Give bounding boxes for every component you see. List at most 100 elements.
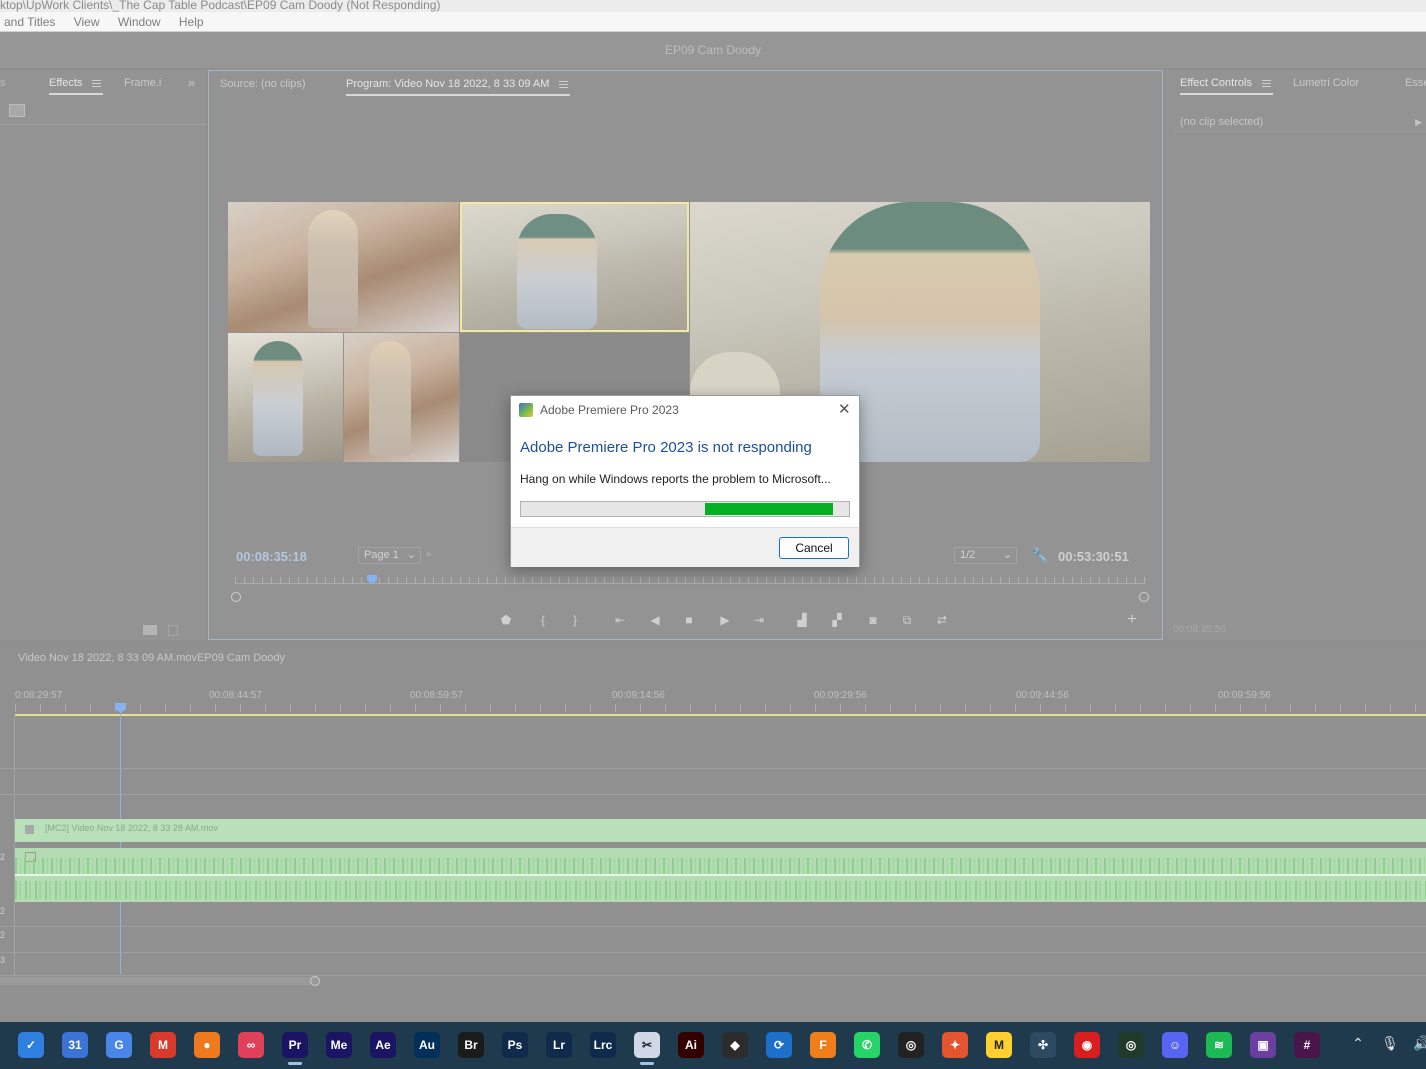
snipping-tool-icon[interactable]: ✂ (634, 1032, 660, 1058)
calendar-icon[interactable]: 31 (62, 1032, 88, 1058)
multicam-toggle-icon[interactable]: ⇄ (933, 613, 951, 627)
slack-icon[interactable]: # (1294, 1032, 1320, 1058)
zoom-handle-left[interactable] (231, 592, 241, 602)
panel-menu-icon[interactable] (559, 80, 569, 88)
ruler-label: 00:09:14:56 (612, 690, 665, 701)
tab-lumetri-color[interactable]: Lumetri Color (1293, 70, 1359, 96)
sync-icon[interactable]: ⟳ (766, 1032, 792, 1058)
trash-icon[interactable] (168, 625, 178, 636)
wrench-icon[interactable]: 🔧 (1031, 547, 1048, 564)
running-indicator (288, 1062, 302, 1065)
not-responding-dialog: Adobe Premiere Pro 2023 ✕ Adobe Premiere… (510, 395, 860, 567)
cancel-button[interactable]: Cancel (779, 537, 849, 559)
no-clip-header: (no clip selected) ▶ (1173, 112, 1426, 132)
after-effects-icon[interactable]: Ae (370, 1032, 396, 1058)
tab-essential[interactable]: Esse (1405, 70, 1426, 96)
camera-angle-2-selected[interactable] (460, 202, 689, 332)
tool-icon[interactable]: ✦ (942, 1032, 968, 1058)
mark-out-icon[interactable]: } (566, 613, 584, 627)
waveform-lower (15, 881, 1426, 899)
current-timecode[interactable]: 00:08:35:18 (236, 549, 307, 564)
add-button-icon[interactable]: + (1123, 612, 1141, 628)
spotify-icon[interactable]: ≋ (1206, 1032, 1232, 1058)
zoom-handle-right[interactable] (1139, 592, 1149, 602)
chevron-down-icon: ⌄ (1002, 549, 1012, 561)
dialog-heading: Adobe Premiere Pro 2023 is not respondin… (520, 439, 812, 456)
camera-icon[interactable]: ◙ (864, 613, 882, 627)
ruler-label: 00:09:29:56 (814, 690, 867, 701)
tab-overflow-left[interactable]: s (0, 70, 6, 96)
miro-icon[interactable]: M (986, 1032, 1012, 1058)
lift-icon[interactable]: ▟ (793, 613, 811, 627)
creative-cloud-icon[interactable]: ∞ (238, 1032, 264, 1058)
page-select[interactable]: Page 1 ⌄ (358, 547, 421, 564)
menu-window[interactable]: Window (118, 12, 161, 32)
person-silhouette (517, 214, 597, 329)
chevron-right-icon[interactable]: ▸ (427, 549, 432, 560)
track-divider (0, 768, 1426, 769)
video-clip[interactable]: [MC2] Video Nov 18 2022, 8 33 28 AM.mov (15, 819, 1426, 842)
tab-program[interactable]: Program: Video Nov 18 2022, 8 33 09 AM (346, 71, 571, 97)
panel-menu-icon[interactable] (92, 79, 102, 87)
work-area-bar[interactable] (15, 714, 1426, 716)
camera-angle-3[interactable] (228, 333, 343, 462)
step-forward-icon[interactable]: ▶ (716, 613, 734, 627)
illustrator-icon[interactable]: Ai (678, 1032, 704, 1058)
sequence-tab[interactable]: Video Nov 18 2022, 8 33 09 AM.movEP09 Ca… (18, 652, 285, 664)
premiere-icon[interactable]: Pr (282, 1032, 308, 1058)
microphone-icon[interactable]: 🎙 (1380, 1035, 1400, 1052)
grid-app-icon[interactable]: ✣ (1030, 1032, 1056, 1058)
photoshop-icon[interactable]: Ps (502, 1032, 528, 1058)
davinci-icon[interactable]: ◆ (722, 1032, 748, 1058)
menu-view[interactable]: View (74, 12, 100, 32)
go-to-in-icon[interactable]: ⇤ (611, 613, 629, 627)
tab-frame[interactable]: Frame.i (124, 70, 161, 96)
tab-source[interactable]: Source: (no clips) (220, 71, 306, 97)
camera-angle-4[interactable] (344, 333, 459, 462)
gmail-icon[interactable]: M (150, 1032, 176, 1058)
chevron-double-right-icon[interactable]: » (188, 70, 195, 96)
tab-effect-controls[interactable]: Effect Controls (1180, 70, 1273, 96)
media-encoder-icon[interactable]: Me (326, 1032, 352, 1058)
fl-studio-icon[interactable]: F (810, 1032, 836, 1058)
obs-icon[interactable]: ◎ (898, 1032, 924, 1058)
audition-icon[interactable]: Au (414, 1032, 440, 1058)
stop-icon[interactable]: ■ (680, 613, 698, 627)
resolution-select[interactable]: 1/2 ⌄ (954, 547, 1017, 564)
extract-icon[interactable]: ▞ (828, 613, 846, 627)
menu-help[interactable]: Help (179, 12, 204, 32)
audio-clip[interactable] (15, 848, 1426, 902)
window-path-title: ktop\UpWork Clients\_The Cap Table Podca… (0, 0, 441, 12)
chevron-up-icon[interactable]: ⌃ (1348, 1035, 1368, 1052)
chevron-right-icon[interactable]: ▶ (1415, 112, 1422, 132)
new-folder-icon[interactable] (143, 625, 157, 635)
camera-angle-1[interactable] (228, 202, 459, 332)
firefox-icon[interactable]: ● (194, 1032, 220, 1058)
volume-icon[interactable]: 🔊 (1412, 1035, 1426, 1052)
progress-bar (520, 501, 850, 517)
yuv-icon[interactable] (9, 104, 25, 117)
todo-icon[interactable]: ✓ (18, 1032, 44, 1058)
discord-icon[interactable]: ☺ (1162, 1032, 1188, 1058)
tab-effects[interactable]: Effects (49, 70, 104, 96)
go-to-out-icon[interactable]: ⇥ (750, 613, 768, 627)
bridge-icon[interactable]: Br (458, 1032, 484, 1058)
timeline-scrollbar[interactable] (0, 977, 318, 985)
compare-view-icon[interactable]: ⧉ (898, 613, 916, 627)
recorder-icon[interactable]: ◉ (1074, 1032, 1100, 1058)
lightroom-icon[interactable]: Lr (546, 1032, 572, 1058)
translate-icon[interactable]: G (106, 1032, 132, 1058)
lightroom-classic-icon[interactable]: Lrc (590, 1032, 616, 1058)
whatsapp-icon[interactable]: ✆ (854, 1032, 880, 1058)
panel-menu-icon[interactable] (1261, 79, 1271, 87)
network-icon[interactable]: ◎ (1118, 1032, 1144, 1058)
window-title-bar: ktop\UpWork Clients\_The Cap Table Podca… (0, 0, 1426, 12)
marker-icon[interactable]: ⬟ (497, 613, 515, 627)
track-divider (0, 926, 1426, 927)
screen-app-icon[interactable]: ▣ (1250, 1032, 1276, 1058)
menu-graphics-and-titles[interactable]: and Titles (4, 12, 55, 32)
close-icon[interactable]: ✕ (838, 400, 851, 418)
scroll-handle[interactable] (310, 976, 320, 986)
mark-in-icon[interactable]: { (534, 613, 552, 627)
step-back-icon[interactable]: ◀ (646, 613, 664, 627)
